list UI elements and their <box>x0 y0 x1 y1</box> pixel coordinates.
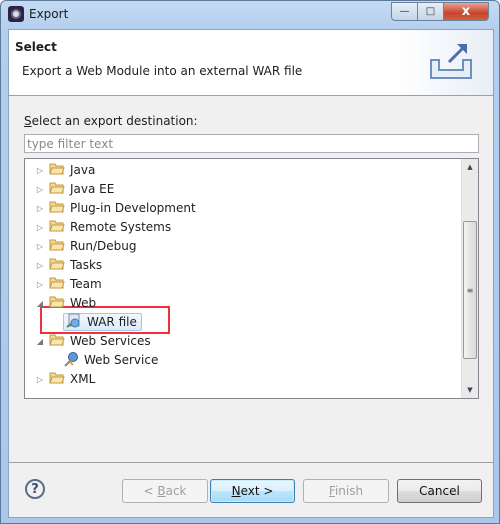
tree-item-label: Web Service <box>84 353 159 367</box>
wizard-header: Select Export a Web Module into an exter… <box>9 30 493 96</box>
export-icon <box>430 44 472 79</box>
cancel-button[interactable]: Cancel <box>397 479 482 503</box>
expanded-arrow-icon[interactable]: ◢ <box>35 337 45 346</box>
web-service-icon <box>63 351 79 370</box>
button-bar-separator <box>9 462 493 463</box>
finish-button[interactable]: Finish <box>303 479 389 503</box>
tree-item[interactable]: ▷ Remote Systems <box>35 218 171 236</box>
collapsed-arrow-icon[interactable]: ▷ <box>35 261 45 270</box>
tree-item[interactable]: ▷ Java EE <box>35 180 114 198</box>
tree-item-label: Web Services <box>70 334 151 348</box>
scroll-up-arrow-icon[interactable]: ▲ <box>462 159 478 175</box>
folder-icon <box>49 200 65 216</box>
tree-item[interactable]: ▷ Run/Debug <box>35 237 137 255</box>
folder-icon <box>49 238 65 254</box>
dialog-client: Select Export a Web Module into an exter… <box>8 29 494 518</box>
collapsed-arrow-icon[interactable]: ▷ <box>35 166 45 175</box>
tree-item-label: Team <box>70 277 102 291</box>
tree-item[interactable]: ▷ XML <box>35 370 95 388</box>
help-button[interactable]: ? <box>25 479 45 499</box>
folder-icon <box>49 219 65 235</box>
tree-item[interactable]: ▷ Java <box>35 161 95 179</box>
tree-item[interactable]: ▷ Tasks <box>35 256 102 274</box>
minimize-button[interactable]: — <box>391 2 418 21</box>
export-dialog: Export — □ x Select Export a Web Module … <box>0 0 500 524</box>
tree-item[interactable]: ▷ Team <box>35 275 102 293</box>
collapsed-arrow-icon[interactable]: ▷ <box>35 204 45 213</box>
collapsed-arrow-icon[interactable]: ▷ <box>35 280 45 289</box>
folder-icon <box>49 162 65 178</box>
tree-item[interactable]: Web Service <box>63 351 158 369</box>
tree-item-label: Java EE <box>70 182 115 196</box>
page-description: Export a Web Module into an external WAR… <box>22 64 303 78</box>
tree-item[interactable]: ◢ Web <box>35 294 96 312</box>
tree-item-label: Java <box>70 163 96 177</box>
tree-item[interactable]: ◢ Web Services <box>35 332 151 350</box>
eclipse-app-icon <box>8 6 24 22</box>
close-button[interactable]: x <box>444 2 489 21</box>
scroll-down-arrow-icon[interactable]: ▼ <box>462 382 478 398</box>
filter-input[interactable] <box>24 134 479 153</box>
window-title: Export <box>29 7 69 21</box>
folder-icon <box>49 257 65 273</box>
tree-item-label: Remote Systems <box>70 220 172 234</box>
tree-item[interactable]: WAR file <box>63 313 142 331</box>
tree-item-label: XML <box>70 372 96 386</box>
collapsed-arrow-icon[interactable]: ▷ <box>35 375 45 384</box>
tree-item-label: Tasks <box>70 258 103 272</box>
collapsed-arrow-icon[interactable]: ▷ <box>35 242 45 251</box>
destination-label: Select an export destination: <box>24 114 198 128</box>
war-file-icon <box>66 313 82 332</box>
tree-item[interactable]: ▷ Plug-in Development <box>35 199 196 217</box>
tree-item-label: Plug-in Development <box>70 201 196 215</box>
tree-item-label: Web <box>70 296 97 310</box>
export-destination-tree[interactable]: ▲ ≡ ▼ ▷ Java ▷ Java EE ▷ Plug-in Development ▷… <box>24 158 479 399</box>
folder-icon <box>49 181 65 197</box>
folder-icon <box>49 276 65 292</box>
folder-icon <box>49 333 65 349</box>
maximize-button[interactable]: □ <box>418 2 444 21</box>
expanded-arrow-icon[interactable]: ◢ <box>35 299 45 308</box>
collapsed-arrow-icon[interactable]: ▷ <box>35 185 45 194</box>
page-title: Select <box>15 40 57 54</box>
back-button[interactable]: < Back <box>122 479 208 503</box>
next-button[interactable]: Next > <box>210 479 295 503</box>
tree-item-label: WAR file <box>87 315 137 329</box>
collapsed-arrow-icon[interactable]: ▷ <box>35 223 45 232</box>
folder-icon <box>49 371 65 387</box>
tree-item-label: Run/Debug <box>70 239 137 253</box>
folder-icon <box>49 295 65 311</box>
vertical-scrollbar[interactable]: ▲ ≡ ▼ <box>461 159 478 398</box>
scrollbar-thumb[interactable]: ≡ <box>463 220 477 360</box>
